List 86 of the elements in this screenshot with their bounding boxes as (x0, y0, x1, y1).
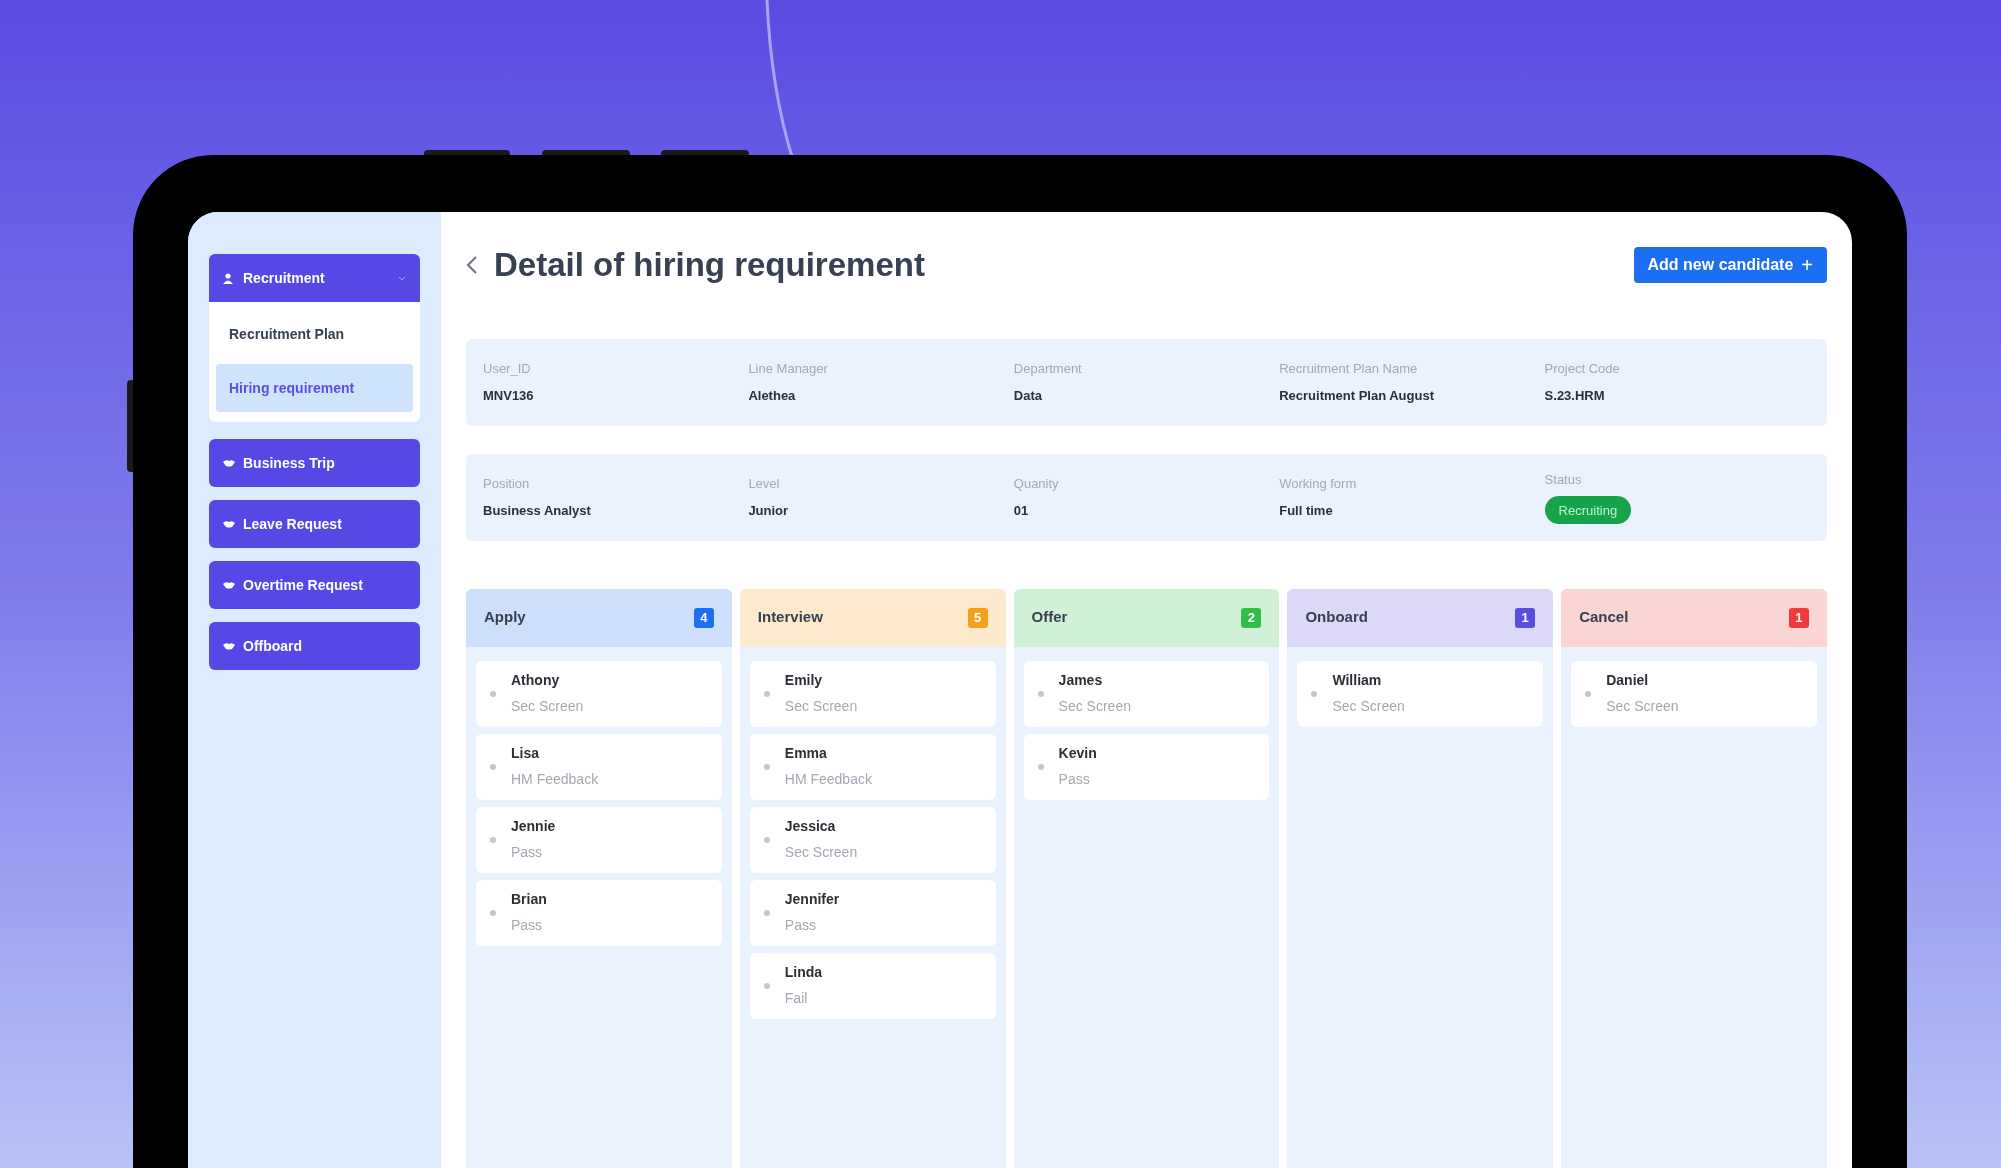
candidate-name: Jessica (784, 817, 837, 836)
candidate-stage: Sec Screen (784, 843, 858, 862)
field-value: Full time (1279, 501, 1333, 520)
column-title: Interview (757, 607, 823, 628)
candidate-name: William (1332, 671, 1383, 690)
candidate-card[interactable]: Jennie Pass (476, 806, 722, 873)
field-label: Quanity (1013, 475, 1059, 493)
candidate-card[interactable]: Emily Sec Screen (749, 660, 996, 727)
hand-icon (223, 642, 235, 650)
field-label: Status (1544, 470, 1582, 489)
submenu-item[interactable]: Recruitment Plan (216, 310, 413, 358)
column-title: Cancel (1579, 607, 1629, 628)
field-label: Working form (1279, 475, 1357, 493)
field-value: S.23.HRM (1544, 386, 1605, 405)
count-badge: 2 (1241, 607, 1262, 628)
candidate-card[interactable]: Brian Pass (476, 879, 722, 946)
candidate-card[interactable]: Daniel Sec Screen (1571, 660, 1817, 727)
status-badge: Recruiting (1544, 496, 1632, 525)
field-value: Data (1013, 386, 1042, 405)
candidate-stage: Pass (784, 916, 817, 935)
candidate-stage: Pass (511, 916, 544, 935)
field-label: User_ID (483, 360, 531, 378)
hand-icon (223, 581, 235, 589)
field-value: MNV136 (483, 386, 534, 405)
field-label: Line Manager (748, 360, 828, 378)
candidate-name: Kevin (1058, 744, 1097, 763)
column-title: Apply (484, 607, 526, 628)
sidebar-item[interactable]: Leave Request (209, 500, 420, 548)
column-title: Offer (1031, 607, 1068, 628)
candidate-name: Brian (511, 890, 547, 909)
sidebar-item[interactable]: Offboard (209, 622, 420, 670)
add-candidate-button[interactable]: Add new candidate + (1633, 246, 1827, 283)
candidate-name: Jennifer (784, 890, 840, 909)
candidate-name: Emily (784, 671, 824, 690)
candidate-stage: Sec Screen (784, 697, 858, 716)
hand-icon (223, 520, 235, 528)
field-value: Business Analyst (483, 501, 591, 520)
candidate-card[interactable]: Lisa HM Feedback (476, 733, 722, 800)
candidate-card[interactable]: Jennifer Pass (749, 879, 996, 946)
field-label: Recruitment Plan Name (1279, 360, 1418, 378)
page-title: Detail of hiring requirement (494, 245, 925, 285)
field-label: Project Code (1544, 360, 1620, 378)
count-badge: 1 (1515, 607, 1536, 628)
field-label: Level (748, 475, 780, 493)
candidate-stage: Sec Screen (1332, 697, 1405, 716)
candidate-stage: HM Feedback (784, 770, 872, 789)
submenu-item[interactable]: Hiring requirement (216, 364, 413, 412)
candidate-stage: Sec Screen (511, 697, 584, 716)
sidebar-item[interactable]: Business Trip (209, 439, 420, 487)
hand-icon (223, 459, 235, 467)
sidebar-item[interactable]: Recruitment (209, 254, 420, 302)
candidate-name: Athony (511, 671, 561, 690)
field-label: Department (1013, 360, 1082, 378)
candidate-name: Emma (784, 744, 828, 763)
field-label: Position (483, 475, 530, 493)
candidate-card[interactable]: Emma HM Feedback (749, 733, 996, 800)
count-badge: 4 (693, 607, 714, 628)
candidate-name: James (1058, 671, 1104, 690)
candidate-card[interactable]: Kevin Pass (1023, 733, 1270, 800)
candidate-stage: Pass (511, 843, 544, 862)
field-value: Alethea (748, 386, 796, 405)
candidate-card[interactable]: Linda Fail (749, 952, 996, 1019)
candidate-stage: Pass (1058, 770, 1091, 789)
field-value: Recruitment Plan August (1279, 386, 1434, 405)
field-value: 01 (1013, 501, 1029, 520)
column-title: Onboard (1305, 607, 1368, 628)
candidate-stage: Fail (784, 989, 809, 1008)
plus-icon: + (1801, 254, 1813, 275)
candidate-stage: Sec Screen (1606, 697, 1679, 716)
candidate-stage: Sec Screen (1058, 697, 1131, 716)
candidate-name: Daniel (1606, 671, 1650, 690)
count-badge: 1 (1789, 607, 1809, 628)
person-icon (223, 272, 235, 284)
candidate-name: Linda (784, 963, 823, 982)
back-icon[interactable] (466, 254, 478, 275)
sidebar-item[interactable]: Overtime Request (209, 561, 420, 609)
candidate-stage: HM Feedback (511, 770, 599, 789)
chevron-down-icon (398, 275, 406, 281)
candidate-card[interactable]: Athony Sec Screen (476, 660, 722, 727)
candidate-card[interactable]: William Sec Screen (1297, 660, 1544, 727)
candidate-card[interactable]: James Sec Screen (1023, 660, 1270, 727)
count-badge: 5 (967, 607, 988, 628)
candidate-name: Lisa (511, 744, 540, 763)
candidate-name: Jennie (511, 817, 556, 836)
field-value: Junior (748, 501, 789, 520)
candidate-card[interactable]: Jessica Sec Screen (749, 806, 996, 873)
